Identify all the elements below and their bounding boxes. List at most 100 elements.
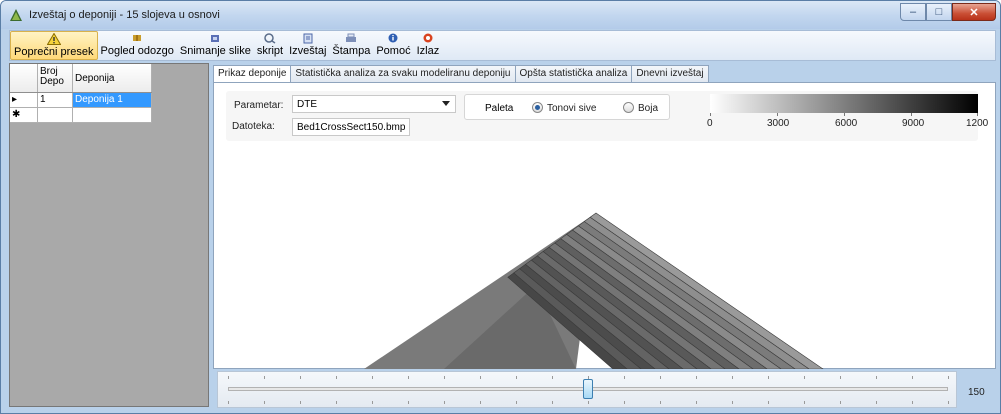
- toolbar-label: Poprečni presek: [14, 46, 94, 58]
- minimize-button[interactable]: ‒: [900, 3, 926, 21]
- slider-tick: [660, 376, 661, 379]
- title-bar[interactable]: Izveštaj o deponiji - 15 slojeva u osnov…: [1, 1, 1000, 29]
- toolbar-label: Snimanje slike: [179, 45, 251, 57]
- slider-tick: [624, 376, 625, 379]
- slider-tick: [948, 401, 949, 404]
- tab-prikaz-deponije[interactable]: Prikaz deponije: [213, 65, 292, 83]
- legend-tick: [777, 113, 778, 116]
- legend-label: 9000: [902, 118, 925, 129]
- table-cell-deponija[interactable]: [73, 108, 152, 122]
- slider-tick: [840, 401, 841, 404]
- slider-tick: [948, 376, 949, 379]
- parametar-select[interactable]: DTE: [292, 95, 456, 113]
- app-window: Izveštaj o deponiji - 15 slojeva u osnov…: [0, 0, 1001, 414]
- toolbar-label: Izlaz: [416, 45, 440, 57]
- toolbar-label: Štampa: [332, 45, 371, 57]
- slider-tick: [480, 401, 481, 404]
- deponija-grid: Broj Depo Deponija ▸ 1 Deponija 1 ✱: [10, 64, 152, 123]
- palette-label: Paleta: [485, 103, 514, 114]
- radio-label-boja[interactable]: Boja: [638, 103, 658, 114]
- cross-section-view: [364, 212, 824, 369]
- toolbar-top-view-button[interactable]: Pogled odozgo: [98, 31, 177, 60]
- legend-label: 3000: [767, 118, 790, 129]
- slider-tick: [624, 401, 625, 404]
- grid-header: Broj Depo Deponija: [10, 64, 152, 93]
- slider-tick: [480, 376, 481, 379]
- slider-tick: [372, 401, 373, 404]
- new-row-marker-icon[interactable]: ✱: [10, 108, 38, 122]
- toolbar-exit-button[interactable]: Izlaz: [414, 31, 443, 60]
- toolbar-label: Izveštaj: [289, 45, 327, 57]
- table-row[interactable]: ▸ 1 Deponija 1: [10, 93, 152, 108]
- report-icon: [303, 33, 313, 44]
- exit-icon: [423, 33, 433, 43]
- column-header-broj[interactable]: Broj Depo: [38, 64, 73, 92]
- layer-slider[interactable]: [217, 371, 957, 408]
- help-icon: [388, 33, 398, 43]
- chevron-down-icon[interactable]: [442, 101, 450, 106]
- toolbar-script-button[interactable]: skript: [254, 31, 286, 60]
- column-header-deponija[interactable]: Deponija: [73, 64, 152, 92]
- slider-tick: [660, 401, 661, 404]
- slider-tick: [804, 376, 805, 379]
- current-row-marker-icon[interactable]: ▸: [10, 93, 38, 107]
- slider-tick: [408, 376, 409, 379]
- legend-tick: [844, 113, 845, 116]
- slider-tick: [552, 401, 553, 404]
- slider-tick: [336, 401, 337, 404]
- slider-tick: [516, 401, 517, 404]
- legend-tick: [977, 113, 978, 116]
- row-header-corner[interactable]: [10, 64, 38, 92]
- tab-statisticka-analiza[interactable]: Statistička analiza za svaku modeliranu …: [290, 65, 516, 82]
- tab-dnevni-izvestaj[interactable]: Dnevni izveštaj: [631, 65, 709, 82]
- toolbar-report-button[interactable]: Izveštaj: [286, 31, 329, 60]
- table-row-new[interactable]: ✱: [10, 108, 152, 123]
- slider-tick: [768, 401, 769, 404]
- slider-tick: [876, 376, 877, 379]
- window-title: Izveštaj o deponiji - 15 slojeva u osnov…: [29, 9, 220, 21]
- slider-value: 150: [968, 387, 985, 398]
- slider-tick: [696, 401, 697, 404]
- slider-tick: [372, 376, 373, 379]
- radio-tonovi-sive[interactable]: [532, 102, 543, 113]
- maximize-icon: □: [935, 6, 943, 18]
- table-cell-broj[interactable]: 1: [38, 93, 73, 107]
- script-icon: [264, 33, 276, 44]
- close-button[interactable]: ✕: [952, 3, 996, 21]
- slider-tick: [588, 401, 589, 404]
- slider-tick: [228, 376, 229, 379]
- slider-tick: [336, 376, 337, 379]
- toolbar-label: Pomoć: [376, 45, 411, 57]
- slider-tick: [300, 401, 301, 404]
- legend-tick: [710, 113, 711, 116]
- tab-opsta-statisticka-analiza[interactable]: Opšta statistička analiza: [514, 65, 633, 82]
- toolbar-help-button[interactable]: Pomoć: [373, 31, 413, 60]
- slider-tick: [732, 376, 733, 379]
- datoteka-field[interactable]: Bed1CrossSect150.bmp: [292, 118, 410, 136]
- legend-tick: [911, 113, 912, 116]
- deponija-panel: Broj Depo Deponija ▸ 1 Deponija 1 ✱: [9, 63, 209, 407]
- parameter-panel: Parametar: DTE Datoteka: Bed1CrossSect15…: [226, 91, 988, 141]
- toolbar-snapshot-button[interactable]: Snimanje slike: [177, 31, 254, 60]
- table-cell-broj[interactable]: [38, 108, 73, 122]
- table-cell-deponija[interactable]: Deponija 1: [73, 93, 152, 107]
- toolbar-cross-section-button[interactable]: Poprečni presek: [10, 31, 98, 60]
- slider-tick: [876, 401, 877, 404]
- main-toolbar: Poprečni presek Pogled odozgo Snimanje s…: [9, 30, 996, 61]
- camera-icon: [211, 35, 220, 42]
- toolbar-print-button[interactable]: Štampa: [329, 31, 373, 60]
- radio-label-tonovi-sive[interactable]: Tonovi sive: [547, 103, 596, 114]
- parametar-value: DTE: [297, 99, 317, 110]
- slider-thumb[interactable]: [583, 379, 593, 399]
- legend-label: 0: [707, 118, 713, 129]
- slider-tick: [444, 376, 445, 379]
- maximize-button[interactable]: □: [926, 3, 952, 21]
- radio-boja[interactable]: [623, 102, 634, 113]
- slider-tick: [696, 376, 697, 379]
- slider-tick: [300, 376, 301, 379]
- minimize-icon: ‒: [909, 6, 917, 18]
- slider-tick: [408, 401, 409, 404]
- slider-tick: [804, 401, 805, 404]
- close-icon: ✕: [969, 6, 979, 19]
- slider-tick: [264, 401, 265, 404]
